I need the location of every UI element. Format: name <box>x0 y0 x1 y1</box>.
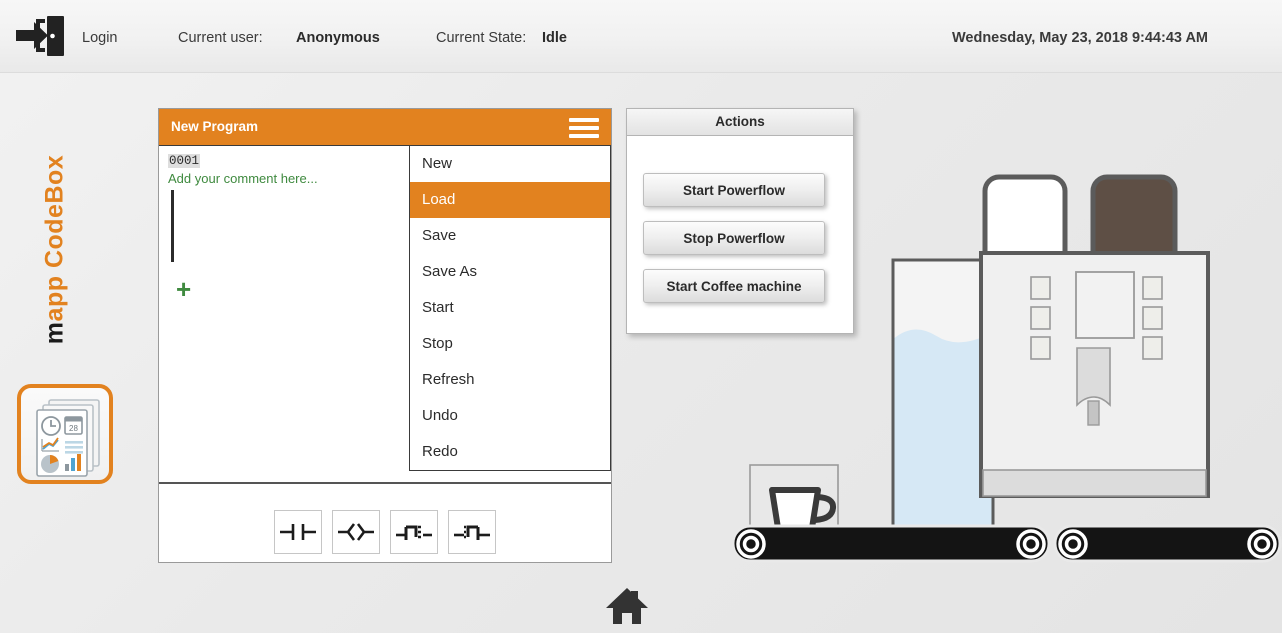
hamburger-bar-2 <box>569 126 599 130</box>
svg-text:28: 28 <box>69 424 78 433</box>
falling-edge-contact-icon[interactable] <box>448 510 496 554</box>
menu-item-redo[interactable]: Redo <box>410 434 610 470</box>
machine-button-r2 <box>1142 306 1163 330</box>
hamburger-bar-1 <box>569 118 599 122</box>
machine-button-r1 <box>1142 276 1163 300</box>
machine-button-l3 <box>1030 336 1051 360</box>
conveyor-belt-right <box>1053 524 1282 563</box>
program-menu-dropdown: New Load Save Save As Start Stop Refresh… <box>409 146 611 471</box>
menu-item-undo[interactable]: Undo <box>410 398 610 434</box>
menu-item-stop[interactable]: Stop <box>410 326 610 362</box>
datetime-display: Wednesday, May 23, 2018 9:44:43 AM <box>951 30 1208 46</box>
coffee-machine-scene <box>700 120 1282 580</box>
rung-number: 0001 <box>168 154 201 168</box>
login-label[interactable]: Login <box>82 30 117 46</box>
dispenser-head <box>1076 347 1111 407</box>
program-editor-panel: New Program 0001 Add your comment here..… <box>158 108 612 563</box>
program-titlebar: New Program <box>159 109 611 146</box>
ladder-element-toolbar <box>159 502 611 562</box>
machine-button-l2 <box>1030 306 1051 330</box>
dispenser-nozzle <box>1087 400 1100 426</box>
machine-display <box>1075 271 1135 339</box>
menu-item-new[interactable]: New <box>410 146 610 182</box>
documents-reports-icon: 28 <box>36 399 100 477</box>
conveyor-belt-left <box>731 524 1051 563</box>
brand-rest-text: app CodeBox <box>40 154 69 322</box>
rung-comment[interactable]: Add your comment here... <box>168 171 318 186</box>
app-brand-title: mapp CodeBox <box>41 150 70 350</box>
output-coil-icon[interactable] <box>332 510 380 554</box>
normally-open-contact-icon[interactable] <box>274 510 322 554</box>
top-header-bar: Login Current user: Anonymous Current St… <box>0 0 1282 73</box>
add-rung-button[interactable]: + <box>176 276 191 302</box>
hamburger-bar-3 <box>569 134 599 138</box>
ladder-power-rail <box>171 190 174 262</box>
program-title: New Program <box>171 119 259 134</box>
menu-item-start[interactable]: Start <box>410 290 610 326</box>
menu-item-save[interactable]: Save <box>410 218 610 254</box>
coffee-machine-body <box>979 251 1210 498</box>
menu-item-load[interactable]: Load <box>410 182 610 218</box>
water-tank <box>891 258 995 530</box>
machine-button-l1 <box>1030 276 1051 300</box>
home-icon <box>606 588 648 624</box>
current-state-value: Idle <box>542 30 567 46</box>
current-user-value: Anonymous <box>296 30 380 46</box>
brand-m-letter: m <box>40 321 69 345</box>
machine-button-r3 <box>1142 336 1163 360</box>
current-state-label: Current State: <box>436 30 527 46</box>
drip-tray <box>982 469 1207 497</box>
menu-item-save-as[interactable]: Save As <box>410 254 610 290</box>
current-user-label: Current user: <box>178 30 263 46</box>
menu-item-refresh[interactable]: Refresh <box>410 362 610 398</box>
rising-edge-contact-icon[interactable] <box>390 510 438 554</box>
login-icon[interactable] <box>14 14 66 58</box>
codebox-app-icon[interactable]: 28 <box>17 384 113 484</box>
home-button[interactable] <box>604 586 650 626</box>
hamburger-menu-icon[interactable] <box>569 118 599 138</box>
